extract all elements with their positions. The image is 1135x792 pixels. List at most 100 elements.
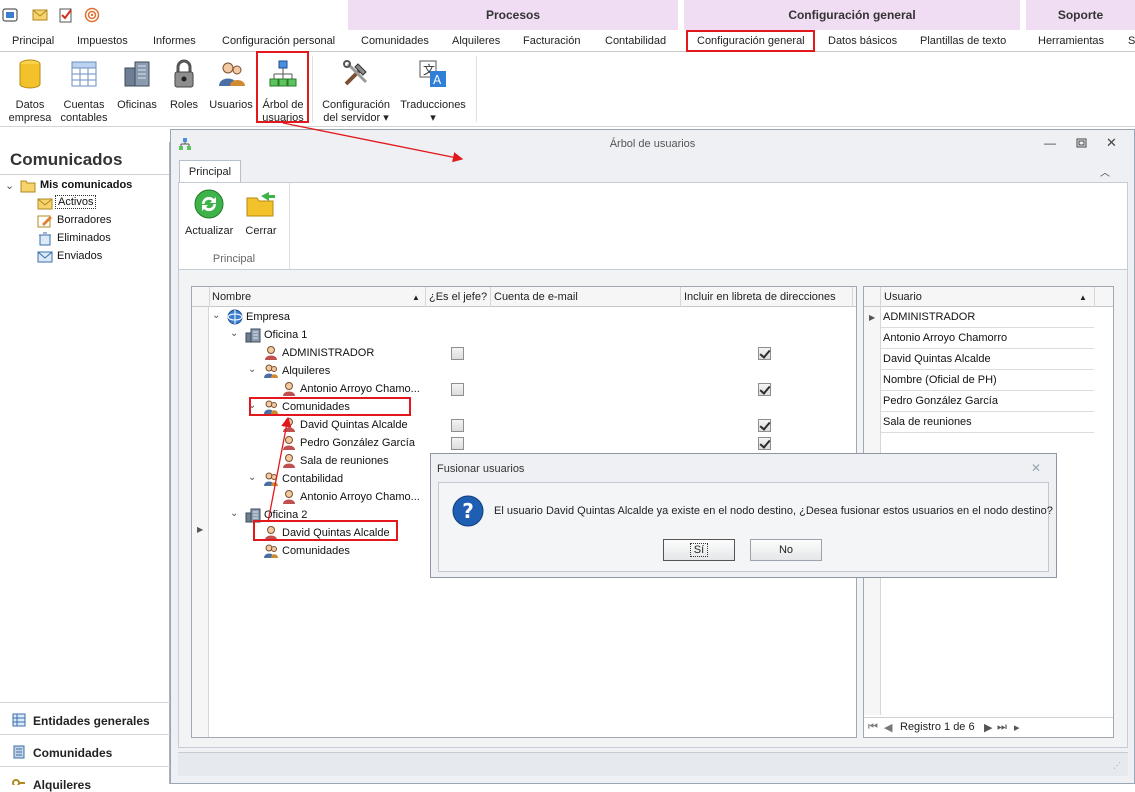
expand-toggle[interactable]: ⌄ [230,508,238,519]
task-icon[interactable] [58,7,74,23]
dialog-message: El usuario David Quintas Alcalde ya exis… [494,505,1053,517]
tree-node-label[interactable]: Comunidades [282,545,350,557]
nav-item-enviados[interactable]: Enviados [57,250,102,262]
yes-button[interactable]: Sí [663,539,735,561]
nav-section-alquileres[interactable]: Alquileres [0,766,170,792]
es-jefe-checkbox[interactable] [451,419,464,432]
collapse-ribbon-icon[interactable]: ︿ [1100,164,1110,179]
tab-plantillas-de-texto[interactable]: Plantillas de texto [920,35,1006,47]
expand-toggle[interactable]: ⌄ [212,310,220,321]
usuarios-button[interactable]: Usuarios [206,58,256,112]
tab-principal[interactable]: Principal [12,35,54,47]
user-row[interactable]: ADMINISTRADOR [881,307,1094,328]
roles-button[interactable]: Roles [164,58,204,112]
roles-label: Roles [169,99,199,111]
tree-node-label[interactable]: Pedro González García [300,437,415,449]
es-jefe-checkbox[interactable] [451,383,464,396]
tree-node-label[interactable]: David Quintas Alcalde [300,419,408,431]
libreta-checkbox[interactable] [758,419,771,432]
close-icon[interactable]: ✕ [1106,135,1117,151]
nav-section-comunidades[interactable]: Comunidades [0,734,170,766]
tree-node-label[interactable]: Contabilidad [282,473,343,485]
tab-principal-window[interactable]: Principal [179,160,241,183]
nav-item-activos[interactable]: Activos [55,195,97,209]
source-node-highlight [249,397,411,416]
column-header-es-jefe[interactable]: ¿Es el jefe? [429,291,487,303]
collapse-toggle[interactable]: ⌄ [5,179,14,192]
actualizar-button[interactable]: Actualizar [185,188,233,237]
column-header-libreta[interactable]: Incluir en libreta de direcciones [684,291,836,303]
tab-impuestos[interactable]: Impuestos [77,35,128,47]
libreta-checkbox[interactable] [758,437,771,450]
cuentas-contables-button[interactable]: Cuentas contables [58,58,110,125]
nav-section-entidades[interactable]: Entidades generales [0,702,170,734]
tree-node-label[interactable]: Empresa [246,311,290,323]
column-separator [880,287,881,307]
tab-informes[interactable]: Informes [153,35,196,47]
traducciones-button[interactable]: 文A Traducciones ▾ [398,58,468,125]
mail-icon[interactable] [32,7,48,23]
nav-section-label: Alquileres [33,778,92,792]
tab-alquileres[interactable]: Alquileres [452,35,500,47]
column-header-usuario[interactable]: Usuario [884,291,922,303]
nav-item-eliminados[interactable]: Eliminados [57,232,111,244]
configuracion-servidor-label: Configuración [322,99,390,111]
user-row[interactable]: Nombre (Oficial de PH) [881,370,1094,391]
tab-datos-basicos[interactable]: Datos básicos [828,35,897,47]
next-page-icon[interactable]: ▸ [1014,721,1020,734]
cerrar-button[interactable]: Cerrar [237,188,285,237]
column-separator [1094,287,1095,307]
minimize-icon[interactable]: — [1044,136,1056,150]
tab-facturacion[interactable]: Facturación [523,35,580,47]
tree-node-label[interactable]: Antonio Arroyo Chamo... [300,383,420,395]
last-record-icon[interactable]: ⏭ [997,721,1007,734]
libreta-checkbox[interactable] [758,383,771,396]
user-row[interactable]: Pedro González García [881,391,1094,412]
tab-configuracion-personal[interactable]: Configuración personal [222,35,335,47]
resize-grip-icon[interactable]: ⋰ [1113,761,1121,770]
feed-icon[interactable] [84,7,100,23]
app-icon[interactable] [2,7,18,23]
close-icon[interactable]: ✕ [1031,461,1041,475]
org-tree-icon [179,138,191,150]
company-icon [227,309,243,325]
grid-header: Nombre ▲ ¿Es el jefe? Cuenta de e-mail I… [192,287,856,307]
tree-node-label[interactable]: Antonio Arroyo Chamo... [300,491,420,503]
libreta-checkbox[interactable] [758,347,771,360]
nav-root-mis-comunicados[interactable]: Mis comunicados [40,179,132,191]
expand-toggle[interactable]: ⌄ [248,472,256,483]
expand-toggle[interactable]: ⌄ [230,328,238,339]
oficinas-button[interactable]: Oficinas [114,58,160,112]
column-header-email[interactable]: Cuenta de e-mail [494,291,578,303]
folder-icon [20,180,36,193]
offices-icon [124,61,150,87]
tree-node-label[interactable]: Alquileres [282,365,330,377]
user-row[interactable]: Sala de reuniones [881,412,1094,433]
column-separator [852,287,853,307]
next-record-icon[interactable]: ▶ [984,721,992,734]
tab-comunidades[interactable]: Comunidades [361,35,429,47]
tab-overflow[interactable]: S [1128,35,1135,47]
tab-herramientas[interactable]: Herramientas [1038,35,1104,47]
restore-icon[interactable] [1076,138,1087,148]
column-header-nombre[interactable]: Nombre [212,291,251,303]
no-button[interactable]: No [750,539,822,561]
sort-asc-icon: ▲ [1079,293,1087,302]
user-row[interactable]: David Quintas Alcalde [881,349,1094,370]
first-record-icon[interactable]: ⏮ [868,721,878,734]
tree-node-label[interactable]: Oficina 1 [264,329,307,341]
nav-item-borradores[interactable]: Borradores [57,214,111,226]
user-icon [281,489,297,505]
user-row[interactable]: Antonio Arroyo Chamorro [881,328,1094,349]
es-jefe-checkbox[interactable] [451,347,464,360]
tab-contabilidad[interactable]: Contabilidad [605,35,666,47]
prev-record-icon[interactable]: ◀ [884,721,892,734]
datos-empresa-button[interactable]: Datos empresa [6,58,54,125]
expand-toggle[interactable]: ⌄ [248,364,256,375]
question-icon: ? [452,495,484,527]
es-jefe-checkbox[interactable] [451,437,464,450]
configuracion-servidor-button[interactable]: Configuración del servidor ▾ [320,58,392,125]
inbox-icon [37,198,53,210]
tree-node-label[interactable]: ADMINISTRADOR [282,347,374,359]
tree-node-label[interactable]: Sala de reuniones [300,455,389,467]
